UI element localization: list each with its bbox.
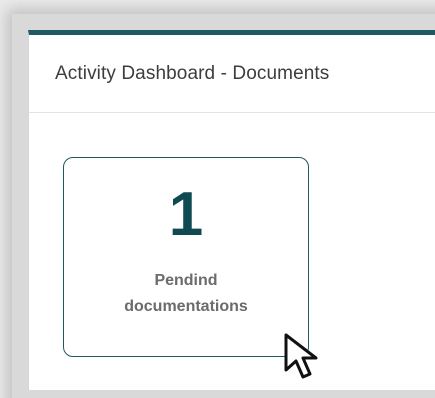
pending-count: 1	[168, 180, 204, 249]
mouse-pointer-icon	[284, 333, 318, 379]
panel-title: Activity Dashboard - Documents	[55, 62, 330, 84]
screenshot-stage: Activity Dashboard - Documents 1 Pendind…	[0, 0, 435, 398]
panel-header: Activity Dashboard - Documents	[29, 35, 435, 113]
pending-documentations-card[interactable]: 1 Pendind documentations	[63, 157, 309, 357]
pending-label: Pendind documentations	[124, 272, 248, 315]
dashboard-panel: Activity Dashboard - Documents 1 Pendind…	[28, 30, 435, 390]
